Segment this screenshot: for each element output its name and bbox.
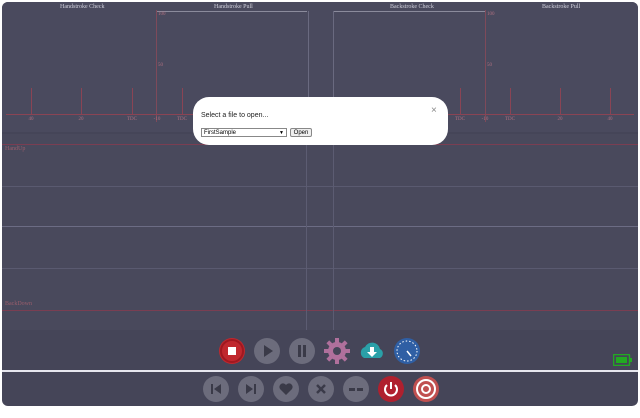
skip-back-icon bbox=[203, 376, 229, 402]
scale-tick bbox=[460, 88, 461, 114]
settings-button[interactable] bbox=[324, 338, 350, 364]
graph-grid-line bbox=[2, 268, 638, 269]
graph-center-line bbox=[333, 134, 334, 330]
scale-tick bbox=[182, 88, 183, 114]
center-divider bbox=[308, 11, 309, 99]
tick-label: TDC bbox=[505, 117, 515, 122]
battery-indicator bbox=[612, 353, 633, 367]
scale-axis-left bbox=[156, 10, 157, 122]
skip-forward-icon bbox=[238, 376, 264, 402]
graph-label-top: HandUp bbox=[5, 146, 26, 152]
section-label-handstroke-check: Handstroke Check bbox=[60, 4, 105, 10]
scale-mark-max: 100 bbox=[487, 12, 495, 17]
scale-tick bbox=[560, 88, 561, 114]
graph-center-line bbox=[306, 134, 307, 330]
dash-icon bbox=[343, 376, 369, 402]
play-button[interactable] bbox=[254, 338, 280, 364]
toolbar-divider bbox=[2, 370, 638, 372]
battery-icon bbox=[612, 353, 633, 370]
graph-zero-line bbox=[2, 226, 638, 227]
heart-icon bbox=[273, 376, 299, 402]
chevron-down-icon: ▼ bbox=[279, 130, 284, 136]
pause-button[interactable] bbox=[289, 338, 315, 364]
tick-label: 40 bbox=[607, 117, 613, 122]
tick-label: 40 bbox=[28, 117, 34, 122]
dialog-title: Select a file to open... bbox=[201, 112, 269, 119]
section-divider bbox=[157, 11, 307, 12]
tick-label: 20 bbox=[78, 117, 84, 122]
scale-mark-mid: 50 bbox=[487, 63, 492, 68]
close-icon[interactable]: × bbox=[431, 106, 437, 116]
tick-label: TDC bbox=[127, 117, 137, 122]
stop-button[interactable] bbox=[219, 338, 245, 364]
section-label-backstroke-check: Backstroke Check bbox=[390, 4, 434, 10]
scale-tick bbox=[610, 88, 611, 114]
skip-forward-button[interactable] bbox=[238, 376, 264, 402]
scale-mark-mid: 50 bbox=[158, 63, 163, 68]
cancel-button[interactable] bbox=[308, 376, 334, 402]
tick-label: TDC bbox=[455, 117, 465, 122]
close-icon bbox=[308, 376, 334, 402]
download-button[interactable] bbox=[359, 338, 385, 364]
scale-tick bbox=[132, 88, 133, 114]
graph-label-bottom: BackDown bbox=[5, 301, 32, 307]
tick-label: 20 bbox=[557, 117, 563, 122]
section-label-backstroke-pull: Backstroke Pull bbox=[542, 4, 581, 10]
pause-icon bbox=[289, 338, 315, 364]
center-divider bbox=[333, 11, 334, 99]
scale-axis-right bbox=[485, 10, 486, 122]
lifebuoy-icon bbox=[413, 376, 439, 402]
skip-back-button[interactable] bbox=[203, 376, 229, 402]
minimize-button[interactable] bbox=[343, 376, 369, 402]
graph-grid-line bbox=[2, 186, 638, 187]
app-window: Handstroke Check Handstroke Pull Backstr… bbox=[2, 2, 638, 406]
help-button[interactable] bbox=[413, 376, 439, 402]
file-select-value: FirstSample bbox=[204, 130, 237, 136]
scale-tick bbox=[31, 88, 32, 114]
rope-graph: HandUp BackDown bbox=[2, 134, 638, 330]
graph-limit-line bbox=[2, 310, 638, 311]
play-icon bbox=[254, 338, 280, 364]
power-icon bbox=[378, 376, 404, 402]
power-button[interactable] bbox=[378, 376, 404, 402]
scale-mark-max: 100 bbox=[158, 12, 166, 17]
tick-label: TDC bbox=[177, 117, 187, 122]
file-select[interactable]: FirstSample ▼ bbox=[201, 128, 287, 137]
favorite-button[interactable] bbox=[273, 376, 299, 402]
open-file-dialog: Select a file to open... × FirstSample ▼… bbox=[193, 97, 448, 145]
stop-icon bbox=[219, 338, 245, 364]
gauge-button[interactable] bbox=[394, 338, 420, 364]
gauge-icon bbox=[394, 338, 420, 364]
scale-tick bbox=[510, 88, 511, 114]
section-label-handstroke-pull: Handstroke Pull bbox=[214, 4, 253, 10]
scale-tick bbox=[81, 88, 82, 114]
open-button[interactable]: Open bbox=[290, 128, 312, 137]
gear-icon bbox=[324, 338, 350, 364]
tick-label: -10 bbox=[153, 117, 161, 122]
cloud-download-icon bbox=[358, 338, 386, 364]
section-divider bbox=[334, 11, 486, 12]
tick-label: -10 bbox=[481, 117, 489, 122]
